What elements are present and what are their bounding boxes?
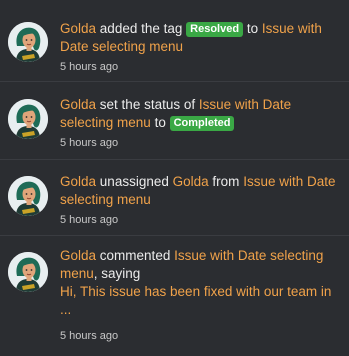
saying-text: , saying [93,266,141,281]
action-text: unassigned [99,174,169,189]
actor-link[interactable]: Golda [60,97,96,112]
activity-item: Golda added the tag Resolved to Issue wi… [0,0,349,82]
activity-feed: Golda added the tag Resolved to Issue wi… [0,0,349,356]
actor-link[interactable]: Golda [60,248,96,263]
action-text: added the tag [99,21,183,36]
activity-item: Golda unassigned Golda from Issue with D… [0,160,349,236]
action-text: commented [99,248,171,263]
comment-preview[interactable]: Hi, This issue has been fixed with our t… [60,283,341,301]
user-avatar-icon[interactable] [8,176,48,216]
connector-text: to [154,115,166,130]
timestamp: 5 hours ago [60,137,119,149]
activity-item: Golda set the status of Issue with Date … [0,82,349,160]
connector-text: to [246,21,259,36]
timestamp: 5 hours ago [60,214,119,226]
comment-ellipsis: ... [60,302,72,317]
activity-item: Golda commented Issue with Date selectin… [0,236,349,356]
actor-link[interactable]: Golda [60,174,96,189]
timestamp: 5 hours ago [60,330,119,342]
actor-link[interactable]: Golda [60,21,96,36]
connector-text: from [212,174,240,189]
action-text: set the status of [99,97,196,112]
user-avatar-icon[interactable] [8,22,48,62]
tag-badge: Resolved [186,22,244,37]
status-badge: Completed [169,116,235,131]
user-avatar-icon[interactable] [8,252,48,292]
assignee-link[interactable]: Golda [173,174,209,189]
user-avatar-icon[interactable] [8,99,48,139]
timestamp: 5 hours ago [60,61,119,73]
